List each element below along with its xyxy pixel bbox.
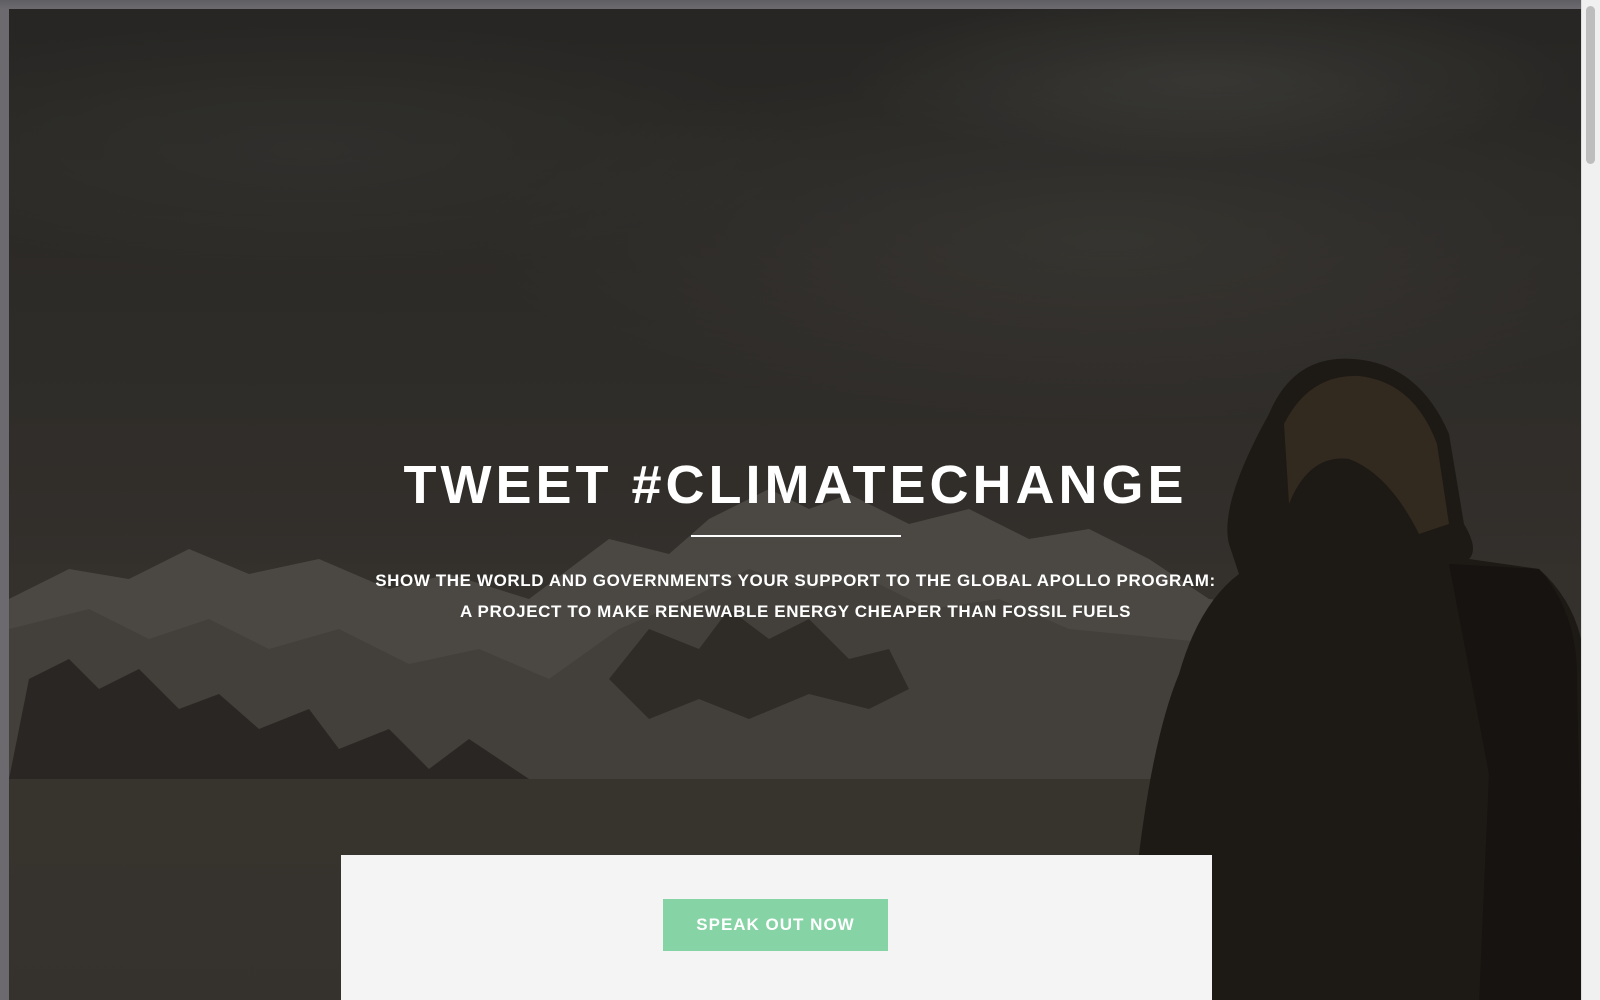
scrollbar-thumb[interactable] — [1586, 6, 1595, 164]
hero-title: TWEET #CLIMATECHANGE — [403, 455, 1188, 515]
cta-card: SPEAK OUT NOW — [341, 855, 1212, 1000]
title-divider — [690, 535, 901, 537]
hero-subtitle: SHOW THE WORLD AND GOVERNMENTS YOUR SUPP… — [346, 565, 1246, 627]
hero-section: TWEET #CLIMATECHANGE SHOW THE WORLD AND … — [9, 449, 1582, 627]
hero-subtitle-line-2: A PROJECT TO MAKE RENEWABLE ENERGY CHEAP… — [459, 602, 1132, 621]
browser-frame-top — [0, 0, 1582, 9]
page-viewport: TWEET #CLIMATECHANGE SHOW THE WORLD AND … — [9, 9, 1582, 1000]
speak-out-now-button[interactable]: SPEAK OUT NOW — [663, 899, 888, 951]
hero-subtitle-line-1: SHOW THE WORLD AND GOVERNMENTS YOUR SUPP… — [375, 571, 1216, 590]
vertical-scrollbar[interactable] — [1581, 0, 1600, 1000]
